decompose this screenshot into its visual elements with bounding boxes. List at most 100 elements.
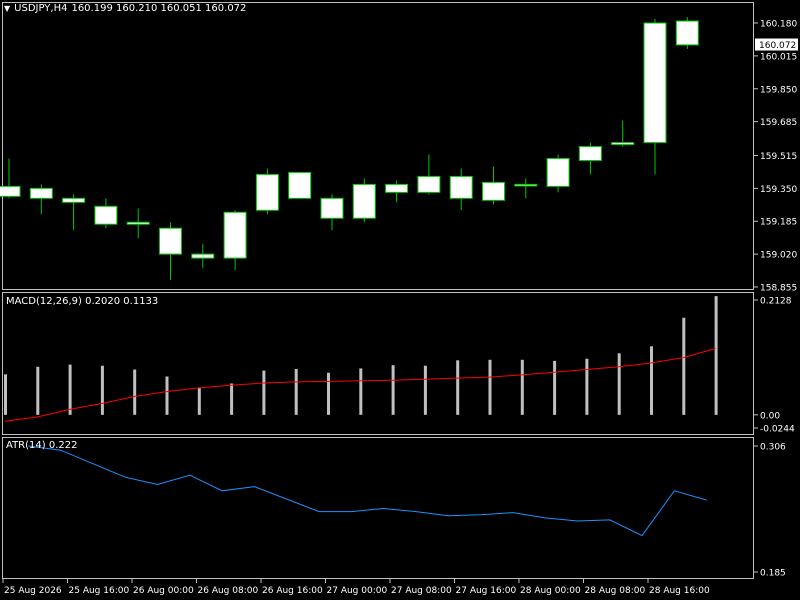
candle-body bbox=[385, 183, 409, 193]
macd-bar bbox=[4, 374, 7, 415]
atr-tick-label: 0.185 bbox=[760, 569, 786, 579]
current-price-tag: 160.072 bbox=[755, 38, 798, 51]
atr-label[interactable]: ATR(14) 0.222 bbox=[6, 440, 77, 451]
price-tick-label: 159.185 bbox=[760, 218, 797, 228]
candle bbox=[546, 154, 570, 193]
candle bbox=[482, 166, 505, 205]
macd-bar bbox=[165, 376, 169, 415]
candle bbox=[385, 180, 409, 203]
time-tick-label: 26 Aug 16:00 bbox=[262, 586, 323, 596]
time-tick-label: 28 Aug 00:00 bbox=[520, 586, 581, 596]
candle-body bbox=[320, 197, 344, 219]
candle bbox=[449, 168, 473, 211]
price-tick-label: 159.685 bbox=[760, 118, 797, 128]
price-panel-frame[interactable] bbox=[2, 2, 754, 290]
symbol-header[interactable]: ▼ USDJPY,H4 160.199 160.210 160.051 160.… bbox=[4, 3, 246, 14]
macd-bar bbox=[36, 366, 40, 415]
candle-body bbox=[126, 221, 150, 225]
current-price-label: 160.072 bbox=[759, 41, 796, 51]
macd-bar bbox=[262, 370, 266, 415]
candle bbox=[288, 171, 312, 199]
candle bbox=[417, 154, 441, 195]
atr-line bbox=[28, 445, 707, 537]
time-tick-label: 27 Aug 00:00 bbox=[327, 586, 388, 596]
macd-bar bbox=[327, 372, 330, 415]
ohlc-values: 160.199 160.210 160.051 160.072 bbox=[71, 3, 247, 14]
price-tick-label: 160.015 bbox=[760, 52, 797, 62]
candle-body bbox=[94, 205, 118, 225]
candle bbox=[62, 194, 86, 231]
candle bbox=[352, 178, 376, 223]
candle bbox=[578, 142, 602, 175]
candle bbox=[94, 198, 118, 229]
macd-bar bbox=[68, 364, 72, 415]
time-tick-label: 28 Aug 08:00 bbox=[585, 586, 646, 596]
candle-body bbox=[62, 197, 86, 203]
macd-bar bbox=[520, 359, 524, 415]
macd-bar bbox=[585, 358, 589, 415]
macd-bar bbox=[100, 365, 104, 415]
price-tick-label: 159.850 bbox=[760, 85, 797, 95]
time-tick-label: 25 Aug 16:00 bbox=[69, 586, 130, 596]
macd-tick-label: 0.2128 bbox=[760, 297, 792, 307]
candle bbox=[514, 178, 538, 199]
price-axis: 160.180 160.015 159.850 159.685 159.515 159.3… bbox=[754, 20, 797, 294]
macd-bar bbox=[133, 369, 137, 415]
time-axis: 25 Aug 2026 25 Aug 16:00 26 Aug 00:00 26 Au… bbox=[2, 578, 710, 596]
price-tick-label: 158.855 bbox=[760, 284, 797, 294]
macd-bar bbox=[488, 359, 492, 415]
macd-tick-label: -0.0244 bbox=[760, 425, 795, 435]
candle-body bbox=[223, 211, 247, 259]
macd-bar bbox=[423, 365, 427, 415]
time-tick-label: 25 Aug 2026 bbox=[4, 586, 62, 596]
macd-bar bbox=[456, 360, 460, 415]
price-tick-label: 159.515 bbox=[760, 152, 797, 162]
macd-label[interactable]: MACD(12,26,9) 0.2020 0.1133 bbox=[6, 296, 158, 307]
candle bbox=[29, 184, 53, 215]
macd-bar bbox=[553, 360, 557, 415]
candle bbox=[126, 208, 150, 239]
candle-body bbox=[352, 183, 376, 219]
atr-panel-frame[interactable] bbox=[2, 437, 754, 579]
macd-bar bbox=[682, 317, 686, 415]
macd-bar bbox=[230, 383, 234, 415]
candle bbox=[159, 222, 182, 281]
macd-bar bbox=[391, 365, 395, 415]
candle bbox=[223, 210, 247, 271]
candle-body bbox=[546, 157, 570, 187]
candles-layer bbox=[0, 17, 699, 281]
atr-axis: 0.306 0.185 bbox=[754, 443, 786, 579]
price-tick-label: 160.180 bbox=[760, 20, 797, 30]
macd-bar bbox=[714, 296, 718, 415]
macd-histogram-layer bbox=[4, 296, 718, 415]
candle bbox=[643, 19, 667, 175]
atr-tick-label: 0.306 bbox=[760, 443, 786, 453]
macd-bar bbox=[617, 353, 621, 415]
candle-body bbox=[159, 227, 182, 255]
candle bbox=[255, 168, 279, 215]
candle-body bbox=[675, 20, 699, 46]
macd-panel-frame[interactable] bbox=[2, 292, 754, 435]
candle-body bbox=[29, 187, 53, 199]
candle-body bbox=[611, 142, 635, 146]
candle-body bbox=[0, 185, 21, 197]
time-tick-label: 26 Aug 08:00 bbox=[198, 586, 259, 596]
candle-body bbox=[417, 175, 441, 193]
time-tick-label: 28 Aug 16:00 bbox=[649, 586, 710, 596]
macd-bar bbox=[294, 368, 298, 415]
candle bbox=[675, 17, 699, 49]
candle-body bbox=[482, 181, 505, 201]
time-tick-label: 27 Aug 08:00 bbox=[391, 586, 452, 596]
candle-body bbox=[514, 183, 538, 187]
macd-bar bbox=[197, 387, 201, 415]
candle-body bbox=[578, 146, 602, 161]
price-tick-label: 159.020 bbox=[760, 251, 797, 261]
price-tick-label: 159.350 bbox=[760, 185, 797, 195]
dropdown-triangle-icon[interactable]: ▼ bbox=[4, 4, 10, 13]
macd-bar bbox=[359, 368, 363, 415]
macd-axis: 0.2128 0.00 -0.0244 bbox=[754, 297, 795, 435]
candle bbox=[191, 244, 215, 269]
candle bbox=[320, 194, 344, 231]
candle-body bbox=[643, 22, 667, 144]
macd-bar bbox=[650, 346, 653, 415]
